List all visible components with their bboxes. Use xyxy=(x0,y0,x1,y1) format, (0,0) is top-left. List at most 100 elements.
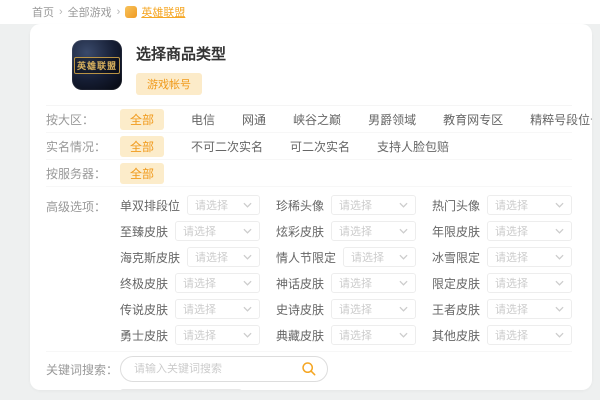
advanced-filter-select[interactable]: 请选择 xyxy=(175,221,260,241)
advanced-filter-select[interactable]: 请选择 xyxy=(487,195,572,215)
advanced-filter-hextech-skin: 海克斯皮肤 请选择 xyxy=(120,247,260,267)
keyword-search-row: 关键词搜索： xyxy=(46,352,572,386)
realname-options: 全部 不可二次实名 可二次实名 支持人脸包赔 xyxy=(120,135,449,157)
select-placeholder: 请选择 xyxy=(339,330,373,342)
filter-row-label: 实名情况： xyxy=(46,139,107,154)
advanced-filter-warrior-skin: 勇士皮肤 请选择 xyxy=(120,325,260,345)
advanced-filter-label: 典藏皮肤 xyxy=(276,328,325,343)
select-placeholder: 请选择 xyxy=(339,278,373,290)
region-option-jingcui[interactable]: 精粹号段位号 xyxy=(530,111,592,128)
region-option-xiagu[interactable]: 峡谷之巅 xyxy=(293,111,341,128)
chevron-down-icon xyxy=(399,254,408,260)
chevron-down-icon xyxy=(555,228,564,234)
server-option-all[interactable]: 全部 xyxy=(120,162,165,184)
advanced-filter-select[interactable]: 请选择 xyxy=(487,273,572,293)
chevron-down-icon xyxy=(243,280,252,286)
advanced-filter-select[interactable]: 请选择 xyxy=(175,273,260,293)
advanced-filter-select[interactable]: 请选择 xyxy=(187,195,260,215)
breadcrumb-current-game[interactable]: 英雄联盟 xyxy=(141,4,185,20)
realname-option-face-guarantee[interactable]: 支持人脸包赔 xyxy=(377,138,449,155)
realname-option-no-rebind[interactable]: 不可二次实名 xyxy=(191,138,263,155)
realname-option-all[interactable]: 全部 xyxy=(120,135,165,157)
advanced-filter-select[interactable]: 请选择 xyxy=(487,299,572,319)
advanced-filter-annual-skin: 年限皮肤 请选择 xyxy=(432,221,572,241)
advanced-filter-label: 单双排段位 xyxy=(120,198,181,213)
chevron-down-icon xyxy=(243,306,252,312)
advanced-filter-label: 其他皮肤 xyxy=(432,328,481,343)
region-option-baron[interactable]: 男爵领域 xyxy=(368,111,416,128)
advanced-filter-label: 传说皮肤 xyxy=(120,302,169,317)
advanced-filter-select[interactable]: 请选择 xyxy=(175,299,260,319)
select-placeholder: 请选择 xyxy=(339,226,373,238)
advanced-filter-select[interactable]: 请选择 xyxy=(187,247,260,267)
advanced-filter-collection-skin: 典藏皮肤 请选择 xyxy=(276,325,416,345)
filter-row-label: 按服务器： xyxy=(46,166,107,181)
advanced-filter-select[interactable]: 请选择 xyxy=(331,195,416,215)
advanced-filter-limited-skin: 限定皮肤 请选择 xyxy=(432,273,572,293)
chevron-down-icon xyxy=(399,332,408,338)
select-placeholder: 请选择 xyxy=(183,330,217,342)
advanced-filter-prestige-skin: 至臻皮肤 请选择 xyxy=(120,221,260,241)
select-placeholder: 请选择 xyxy=(183,304,217,316)
region-option-telecom[interactable]: 电信 xyxy=(191,111,215,128)
filter-row-label: 按大区： xyxy=(46,112,95,127)
advanced-filter-label: 限定皮肤 xyxy=(432,276,481,291)
realname-option-rebind[interactable]: 可二次实名 xyxy=(290,138,350,155)
select-placeholder: 请选择 xyxy=(195,252,229,264)
advanced-filter-label: 史诗皮肤 xyxy=(276,302,325,317)
advanced-filter-mythic-skin: 神话皮肤 请选择 xyxy=(276,273,416,293)
advanced-filter-select[interactable]: 请选择 xyxy=(487,247,572,267)
content-card: 英雄联盟 选择商品类型 游戏帐号 按大区： 全部 电信 网通 峡谷之巅 男爵领域… xyxy=(30,24,592,390)
breadcrumb-home[interactable]: 首页 xyxy=(32,4,54,20)
advanced-filter-select[interactable]: 请选择 xyxy=(331,273,416,293)
select-placeholder: 请选择 xyxy=(339,200,373,212)
chevron-down-icon xyxy=(555,306,564,312)
keyword-search-input[interactable] xyxy=(134,363,301,375)
advanced-filter-ultimate-skin: 终极皮肤 请选择 xyxy=(120,273,260,293)
advanced-filter-select[interactable]: 请选择 xyxy=(331,299,416,319)
advanced-filter-select[interactable]: 请选择 xyxy=(331,325,416,345)
advanced-filter-label: 勇士皮肤 xyxy=(120,328,169,343)
breadcrumb-all-games[interactable]: 全部游戏 xyxy=(68,4,112,20)
select-placeholder: 请选择 xyxy=(351,252,385,264)
region-option-netcom[interactable]: 网通 xyxy=(242,111,266,128)
advanced-filter-other-skin: 其他皮肤 请选择 xyxy=(432,325,572,345)
region-option-all[interactable]: 全部 xyxy=(120,108,165,130)
region-options: 全部 电信 网通 峡谷之巅 男爵领域 教育网专区 精粹号段位号 xyxy=(120,108,592,130)
account-type-badge[interactable]: 游戏帐号 xyxy=(136,73,202,95)
filter-row-server: 按服务器： 全部 xyxy=(46,160,572,187)
advanced-options-grid: 单双排段位 请选择 珍稀头像 请选择 热门头像 请选择 至臻皮肤 请选择 炫彩皮… xyxy=(120,195,572,345)
advanced-filter-select[interactable]: 请选择 xyxy=(331,221,416,241)
chevron-down-icon xyxy=(555,280,564,286)
filter-row-realname: 实名情况： 全部 不可二次实名 可二次实名 支持人脸包赔 xyxy=(46,133,572,160)
breadcrumb: 首页 › 全部游戏 › 英雄联盟 xyxy=(0,0,600,24)
advanced-filter-select[interactable]: 请选择 xyxy=(175,325,260,345)
select-placeholder: 请选择 xyxy=(183,278,217,290)
advanced-filter-rare-avatar: 珍稀头像 请选择 xyxy=(276,195,416,215)
advanced-filter-select[interactable]: 请选择 xyxy=(487,325,572,345)
filter-row-region: 按大区： 全部 电信 网通 峡谷之巅 男爵领域 教育网专区 精粹号段位号 xyxy=(46,106,592,133)
advanced-filter-select[interactable]: 请选择 xyxy=(343,247,416,267)
search-icon[interactable] xyxy=(301,361,317,377)
advanced-filter-legendary-skin: 传说皮肤 请选择 xyxy=(120,299,260,319)
advanced-filter-label: 热门头像 xyxy=(432,198,481,213)
advanced-filter-label: 情人节限定 xyxy=(276,250,337,265)
card-header: 英雄联盟 选择商品类型 游戏帐号 xyxy=(46,36,572,106)
region-option-edu[interactable]: 教育网专区 xyxy=(443,111,503,128)
server-options: 全部 xyxy=(120,162,165,184)
sincerity-select[interactable]: 全部 xyxy=(120,388,242,390)
select-placeholder: 请选择 xyxy=(183,226,217,238)
advanced-filter-label: 珍稀头像 xyxy=(276,198,325,213)
advanced-filter-label: 炫彩皮肤 xyxy=(276,224,325,239)
chevron-down-icon xyxy=(399,280,408,286)
advanced-filter-label: 至臻皮肤 xyxy=(120,224,169,239)
game-mini-icon xyxy=(125,6,138,18)
filter-row-label: 高级选项： xyxy=(46,200,107,214)
advanced-filter-chroma-skin: 炫彩皮肤 请选择 xyxy=(276,221,416,241)
advanced-filter-valentine-skin: 情人节限定 请选择 xyxy=(276,247,416,267)
advanced-filter-label: 王者皮肤 xyxy=(432,302,481,317)
advanced-filter-select[interactable]: 请选择 xyxy=(487,221,572,241)
chevron-down-icon xyxy=(555,202,564,208)
select-placeholder: 请选择 xyxy=(495,226,529,238)
chevron-down-icon xyxy=(399,228,408,234)
